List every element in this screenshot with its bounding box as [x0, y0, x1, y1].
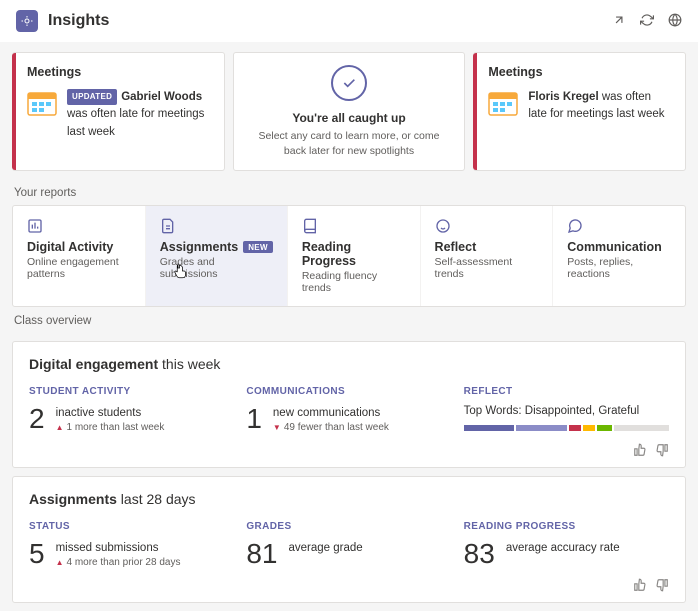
- new-badge: NEW: [243, 241, 273, 253]
- app-icon: [16, 10, 38, 32]
- assignments-panel: Assignments last 28 days STATUS 5 missed…: [12, 476, 686, 603]
- activity-icon: [27, 218, 43, 234]
- digital-engagement-panel: Digital engagement this week STUDENT ACT…: [12, 341, 686, 468]
- calendar-icon: [488, 89, 518, 117]
- trend-up-icon: ▲: [56, 423, 64, 432]
- metric-student-activity[interactable]: STUDENT ACTIVITY 2 inactive students ▲1 …: [29, 386, 234, 433]
- metric-status[interactable]: STATUS 5 missed submissions ▲4 more than…: [29, 521, 234, 568]
- reports-tabs: Digital Activity Online engagement patte…: [12, 205, 686, 307]
- metric-reflect[interactable]: REFLECT Top Words: Disappointed, Gratefu…: [464, 386, 669, 433]
- reflect-icon: [435, 218, 451, 234]
- reflect-segment: [464, 425, 515, 431]
- tab-communication[interactable]: Communication Posts, replies, reactions: [553, 206, 685, 306]
- metric-communications[interactable]: COMMUNICATIONS 1 new communications ▼49 …: [246, 386, 451, 433]
- caught-title: You're all caught up: [292, 111, 405, 125]
- reflect-segment: [614, 425, 669, 431]
- reflect-segment: [569, 425, 581, 431]
- class-overview-label: Class overview: [0, 313, 698, 333]
- tab-digital-activity[interactable]: Digital Activity Online engagement patte…: [13, 206, 146, 306]
- card-text: Floris Kregel was often late for meeting…: [528, 89, 671, 124]
- check-circle-icon: [331, 65, 367, 101]
- card-title: Meetings: [488, 65, 671, 79]
- page-title: Insights: [48, 12, 612, 30]
- refresh-icon[interactable]: [640, 13, 654, 30]
- book-icon: [302, 218, 318, 234]
- panel-title: Assignments last 28 days: [29, 491, 669, 507]
- thumbs-down-icon[interactable]: [655, 578, 669, 592]
- metric-reading-progress[interactable]: READING PROGRESS 83 average accuracy rat…: [464, 521, 669, 568]
- assignments-icon: [160, 218, 176, 234]
- globe-icon[interactable]: [668, 13, 682, 30]
- spotlight-caught-up: You're all caught up Select any card to …: [233, 52, 466, 171]
- caught-subtitle: Select any card to learn more, or come b…: [258, 129, 441, 158]
- panel-title: Digital engagement this week: [29, 356, 669, 372]
- reflect-segment: [597, 425, 613, 431]
- expand-icon[interactable]: [612, 13, 626, 30]
- trend-down-icon: ▼: [273, 423, 281, 432]
- your-reports-label: Your reports: [0, 185, 698, 205]
- thumbs-down-icon[interactable]: [655, 443, 669, 457]
- tab-reading-progress[interactable]: Reading Progress Reading fluency trends: [288, 206, 421, 306]
- calendar-icon: [27, 89, 57, 117]
- spotlight-cards: Meetings UPDATEDGabriel Woods was often …: [0, 42, 698, 185]
- header-actions: [612, 13, 682, 30]
- thumbs-up-icon[interactable]: [633, 578, 647, 592]
- card-text: UPDATEDGabriel Woods was often late for …: [67, 89, 210, 141]
- metric-grades[interactable]: GRADES 81 average grade: [246, 521, 451, 568]
- chat-icon: [567, 218, 583, 234]
- page-header: Insights: [0, 0, 698, 42]
- card-title: Meetings: [27, 65, 210, 79]
- tab-assignments[interactable]: AssignmentsNEW Grades and submissions: [146, 206, 288, 306]
- spotlight-card-meetings-1[interactable]: Meetings UPDATEDGabriel Woods was often …: [12, 52, 225, 171]
- reflect-segment: [516, 425, 567, 431]
- thumbs-up-icon[interactable]: [633, 443, 647, 457]
- reflect-segment: [583, 425, 595, 431]
- reflect-bar: [464, 425, 669, 431]
- updated-badge: UPDATED: [67, 89, 117, 105]
- trend-up-icon: ▲: [56, 558, 64, 567]
- spotlight-card-meetings-2[interactable]: Meetings Floris Kregel was often late fo…: [473, 52, 686, 171]
- tab-reflect[interactable]: Reflect Self-assessment trends: [421, 206, 554, 306]
